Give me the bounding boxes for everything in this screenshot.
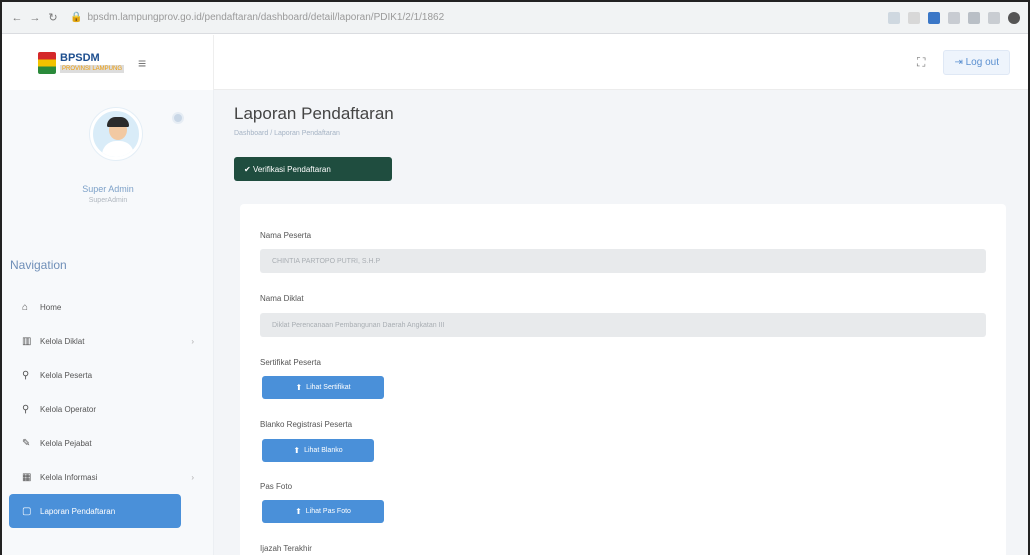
photo-label: Pas Foto bbox=[260, 482, 293, 491]
brand-subtitle: PROVINSI LAMPUNG bbox=[60, 64, 125, 73]
building-icon: ▥ bbox=[22, 335, 32, 347]
view-form-label: Lihat Blanko bbox=[304, 447, 343, 454]
top-bar: ⛶ ⇥ Log out bbox=[214, 35, 1028, 90]
document-icon: ▢ bbox=[22, 505, 32, 517]
forward-icon[interactable]: → bbox=[28, 11, 42, 25]
sidebar-item-label: Kelola Pejabat bbox=[40, 438, 92, 448]
registration-form-label: Blanko Registrasi Peserta bbox=[260, 420, 353, 429]
lock-icon: 🔒 bbox=[70, 12, 83, 23]
sidebar-item-label: Kelola Operator bbox=[40, 404, 97, 414]
participant-name-field[interactable]: CHINTIA PARTOPO PUTRI, S.H.P bbox=[260, 249, 986, 273]
last-diploma-label: Ijazah Terakhir bbox=[260, 544, 312, 553]
logo[interactable]: BPSDM PROVINSI LAMPUNG bbox=[38, 51, 125, 74]
person-add-icon: ⚲ bbox=[22, 403, 30, 415]
edit-icon: ✎ bbox=[22, 437, 31, 449]
profile-role: SuperAdmin bbox=[88, 197, 128, 204]
sidebar-nav: ⌂ Home ▥ Kelola Diklat › ⚲ Kelola Pesert… bbox=[9, 290, 202, 528]
app-window: ← → ↻ 🔒 bpsdm.lampungprov.go.id/pendafta… bbox=[0, 0, 1030, 555]
verify-registration-button[interactable]: ✔ Verifikasi Pendaftaran bbox=[234, 157, 392, 181]
hamburger-icon[interactable]: ≡ bbox=[138, 55, 146, 71]
sidebar-item-kelola-pejabat[interactable]: ✎ Kelola Pejabat bbox=[22, 426, 202, 460]
reload-icon[interactable]: ↻ bbox=[46, 11, 60, 25]
logout-label: Log out bbox=[965, 56, 999, 68]
view-certificate-button[interactable]: ⬆ Lihat Sertifikat bbox=[262, 376, 384, 399]
verify-button-label: Verifikasi Pendaftaran bbox=[252, 164, 331, 174]
sidebar-item-label: Kelola Peserta bbox=[40, 370, 93, 380]
extension-icon[interactable] bbox=[928, 11, 940, 24]
download-icon: ⬆ bbox=[295, 383, 303, 392]
star-icon[interactable] bbox=[908, 11, 920, 24]
sidebar-icon[interactable] bbox=[988, 11, 1000, 24]
training-name-field[interactable]: Diklat Perencanaan Pembangunan Daerah An… bbox=[260, 313, 986, 337]
view-form-button[interactable]: ⬆ Lihat Blanko bbox=[262, 439, 374, 462]
training-name-label: Nama Diklat bbox=[260, 294, 304, 303]
sidebar-item-label: Kelola Informasi bbox=[40, 472, 98, 482]
browser-toolbar: ← → ↻ 🔒 bpsdm.lampungprov.go.id/pendafta… bbox=[2, 2, 1028, 34]
sidebar-item-label: Kelola Diklat bbox=[40, 336, 85, 346]
sidebar-item-kelola-operator[interactable]: ⚲ Kelola Operator bbox=[22, 392, 202, 426]
sidebar-item-laporan-pendaftaran[interactable]: ▢ Laporan Pendaftaran bbox=[9, 494, 181, 528]
puzzle-icon[interactable] bbox=[968, 11, 980, 24]
sidebar-item-home[interactable]: ⌂ Home bbox=[22, 290, 202, 324]
view-photo-button[interactable]: ⬆ Lihat Pas Foto bbox=[262, 500, 384, 523]
profile-card: Super Admin SuperAdmin bbox=[2, 90, 214, 215]
avatar[interactable] bbox=[90, 108, 142, 160]
view-photo-label: Lihat Pas Foto bbox=[305, 508, 351, 515]
profile-name: Super Admin bbox=[82, 184, 134, 194]
breadcrumb[interactable]: Dashboard / Laporan Pendaftaran bbox=[234, 130, 340, 137]
check-icon: ✔ bbox=[244, 164, 253, 174]
home-icon: ⌂ bbox=[22, 301, 29, 313]
page-title: Laporan Pendaftaran bbox=[234, 104, 394, 123]
sidebar-item-kelola-informasi[interactable]: ▦ Kelola Informasi › bbox=[22, 460, 202, 494]
view-certificate-label: Lihat Sertifikat bbox=[306, 384, 351, 391]
participant-name-label: Nama Peserta bbox=[260, 231, 312, 240]
sidebar-item-kelola-peserta[interactable]: ⚲ Kelola Peserta bbox=[22, 358, 202, 392]
sidebar-item-label: Home bbox=[40, 302, 62, 312]
address-bar[interactable]: 🔒 bpsdm.lampungprov.go.id/pendaftaran/da… bbox=[70, 6, 830, 29]
status-indicator-icon bbox=[172, 112, 184, 124]
navigation-heading: Navigation bbox=[10, 258, 67, 272]
certificate-label: Sertifikat Peserta bbox=[260, 358, 321, 367]
url-text: bpsdm.lampungprov.go.id/pendaftaran/dash… bbox=[87, 12, 445, 23]
chevron-right-icon: › bbox=[191, 336, 194, 346]
download-icon: ⬆ bbox=[295, 507, 302, 516]
sidebar-item-label: Laporan Pendaftaran bbox=[40, 506, 116, 516]
calendar-icon: ▦ bbox=[22, 471, 32, 483]
share-icon[interactable] bbox=[888, 11, 900, 24]
extension-icon[interactable] bbox=[948, 11, 960, 24]
brand-header: BPSDM PROVINSI LAMPUNG ≡ bbox=[2, 35, 214, 90]
download-icon: ⬆ bbox=[293, 446, 301, 455]
extensions-area bbox=[888, 11, 1020, 24]
brand-name: BPSDM bbox=[60, 51, 100, 64]
back-icon[interactable]: ← bbox=[10, 11, 24, 25]
fullscreen-icon[interactable]: ⛶ bbox=[917, 55, 925, 70]
sidebar-item-kelola-diklat[interactable]: ▥ Kelola Diklat › bbox=[22, 324, 202, 358]
person-icon: ⚲ bbox=[22, 369, 30, 381]
logout-icon: ⇥ bbox=[954, 56, 966, 68]
logo-mark-icon bbox=[38, 51, 56, 74]
registration-detail-card: Nama Peserta CHINTIA PARTOPO PUTRI, S.H.… bbox=[240, 204, 1006, 555]
main-content: Laporan Pendaftaran Dashboard / Laporan … bbox=[214, 90, 1028, 555]
sidebar: Super Admin SuperAdmin Navigation ⌂ Home… bbox=[2, 90, 214, 555]
profile-icon[interactable] bbox=[1008, 11, 1020, 24]
chevron-right-icon: › bbox=[191, 472, 194, 482]
logout-button[interactable]: ⇥ Log out bbox=[943, 49, 1010, 75]
